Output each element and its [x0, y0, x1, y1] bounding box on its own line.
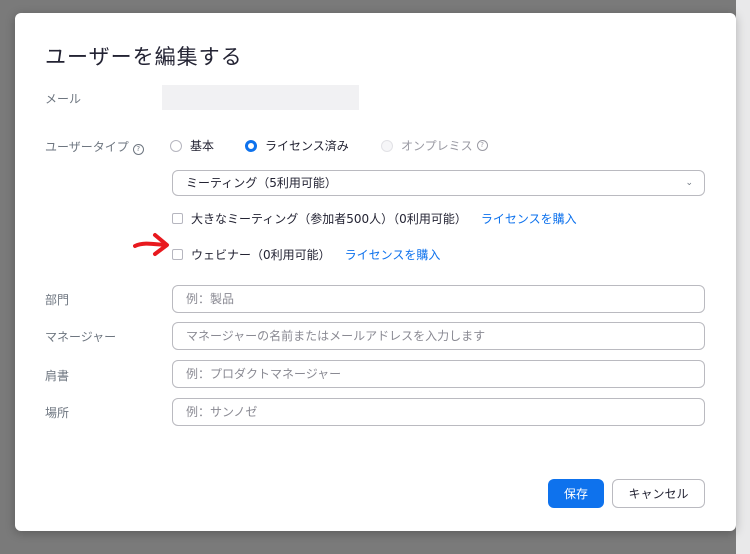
- location-input[interactable]: [172, 398, 705, 426]
- buy-license-link-webinar[interactable]: ライセンスを購入: [345, 246, 441, 263]
- buy-license-link-large-meeting[interactable]: ライセンスを購入: [481, 210, 577, 227]
- radio-on-premise: オンプレミス?: [381, 137, 488, 154]
- large-meeting-label: 大きなミーティング（参加者500人）（0利用可能）: [191, 212, 467, 226]
- red-arrow-annotation-icon: [133, 233, 169, 256]
- chevron-down-icon: ⌄: [685, 178, 693, 188]
- radio-basic[interactable]: 基本: [170, 137, 214, 154]
- save-button[interactable]: 保存: [548, 479, 604, 508]
- meeting-license-select[interactable]: ミーティング（5利用可能） ⌄: [172, 170, 705, 196]
- email-value: [162, 85, 359, 110]
- manager-input[interactable]: [172, 322, 705, 350]
- edit-user-dialog: ユーザーを編集する メール ユーザータイプ? 基本 ライセンス済み オンプレミス…: [15, 13, 736, 531]
- meeting-license-select-value: ミーティング（5利用可能）: [186, 176, 337, 190]
- radio-basic-label: 基本: [190, 139, 215, 153]
- help-icon[interactable]: ?: [132, 144, 144, 155]
- job-title-label: 肩書: [45, 369, 70, 383]
- radio-circle-selected-icon: [245, 139, 257, 152]
- cancel-button[interactable]: キャンセル: [612, 479, 705, 508]
- backdrop-page-edge: [736, 0, 750, 554]
- radio-on-premise-label: オンプレミス: [401, 139, 473, 153]
- large-meeting-checkbox[interactable]: [172, 213, 183, 224]
- email-label: メール: [45, 92, 82, 106]
- manager-label: マネージャー: [45, 330, 117, 344]
- user-type-label-text: ユーザータイプ: [45, 140, 129, 154]
- webinar-checkbox[interactable]: [172, 249, 183, 260]
- help-icon[interactable]: ?: [476, 140, 488, 151]
- webinar-checkbox-row: ウェビナー（0利用可能） ライセンスを購入: [172, 246, 440, 263]
- department-label: 部門: [45, 293, 70, 307]
- department-input[interactable]: [172, 285, 705, 313]
- job-title-input[interactable]: [172, 360, 705, 388]
- dialog-title: ユーザーを編集する: [45, 45, 243, 69]
- radio-licensed[interactable]: ライセンス済み: [245, 137, 349, 154]
- radio-circle-disabled-icon: [381, 139, 393, 152]
- user-type-label: ユーザータイプ?: [45, 138, 144, 155]
- webinar-label: ウェビナー（0利用可能）: [191, 248, 331, 262]
- radio-licensed-label: ライセンス済み: [265, 139, 349, 153]
- large-meeting-checkbox-row: 大きなミーティング（参加者500人）（0利用可能） ライセンスを購入: [172, 210, 577, 227]
- location-label: 場所: [45, 406, 70, 420]
- radio-circle-icon: [170, 139, 182, 152]
